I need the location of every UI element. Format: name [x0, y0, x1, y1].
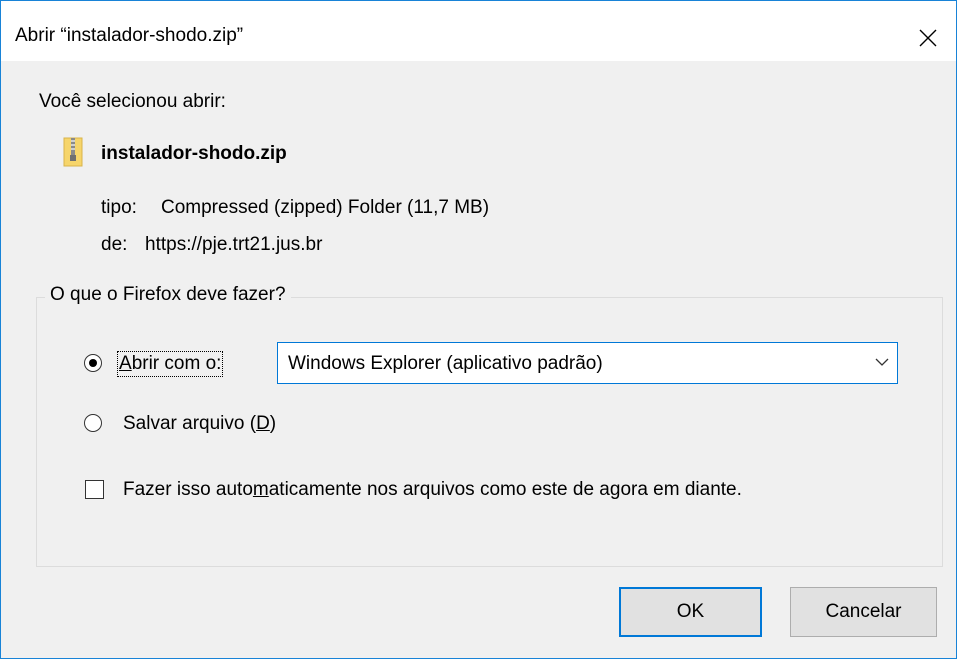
cancel-button[interactable]: Cancelar [790, 587, 937, 637]
download-dialog: Abrir “instalador-shodo.zip” Você seleci… [0, 0, 957, 659]
zip-folder-icon [63, 137, 83, 167]
save-file-access-key: D [256, 413, 270, 434]
intro-text: Você selecionou abrir: [39, 91, 226, 112]
file-name: instalador-shodo.zip [101, 143, 287, 164]
auto-action-checkbox[interactable] [85, 480, 104, 499]
ok-button[interactable]: OK [619, 587, 762, 637]
open-with-label-text: brir com o: [131, 353, 222, 374]
chevron-down-icon [875, 358, 889, 366]
save-file-label[interactable]: Salvar arquivo (D) [123, 413, 276, 435]
dialog-title: Abrir “instalador-shodo.zip” [15, 25, 244, 46]
source-label: de: [101, 234, 128, 255]
radio-selected-dot [89, 359, 97, 367]
open-with-radio[interactable] [84, 354, 102, 372]
save-file-radio[interactable] [84, 414, 102, 432]
open-with-app-value: Windows Explorer (aplicativo padrão) [288, 353, 603, 374]
source-url: https://pje.trt21.jus.br [145, 234, 323, 255]
save-file-label-suffix: ) [269, 413, 277, 434]
action-group-legend: O que o Firefox deve fazer? [45, 284, 291, 306]
save-file-label-prefix: Salvar arquivo ( [123, 413, 257, 434]
action-groupbox: O que o Firefox deve fazer? Abrir com o:… [36, 284, 943, 567]
title-bar: Abrir “instalador-shodo.zip” [1, 1, 956, 61]
close-icon [919, 29, 937, 47]
open-with-label[interactable]: Abrir com o: [116, 351, 224, 377]
close-button[interactable] [900, 15, 956, 61]
open-with-app-select[interactable]: Windows Explorer (aplicativo padrão) [277, 342, 898, 384]
auto-action-access-key: m [252, 479, 269, 500]
auto-action-label-suffix: aticamente nos arquivos como este de ago… [268, 479, 742, 500]
open-with-access-key: A [119, 353, 132, 374]
dialog-content: Você selecionou abrir: instalador-shodo.… [1, 61, 956, 658]
auto-action-label[interactable]: Fazer isso automaticamente nos arquivos … [123, 479, 742, 501]
type-label: tipo: [101, 197, 137, 218]
type-value: Compressed (zipped) Folder (11,7 MB) [161, 197, 490, 218]
auto-action-label-prefix: Fazer isso auto [123, 479, 253, 500]
